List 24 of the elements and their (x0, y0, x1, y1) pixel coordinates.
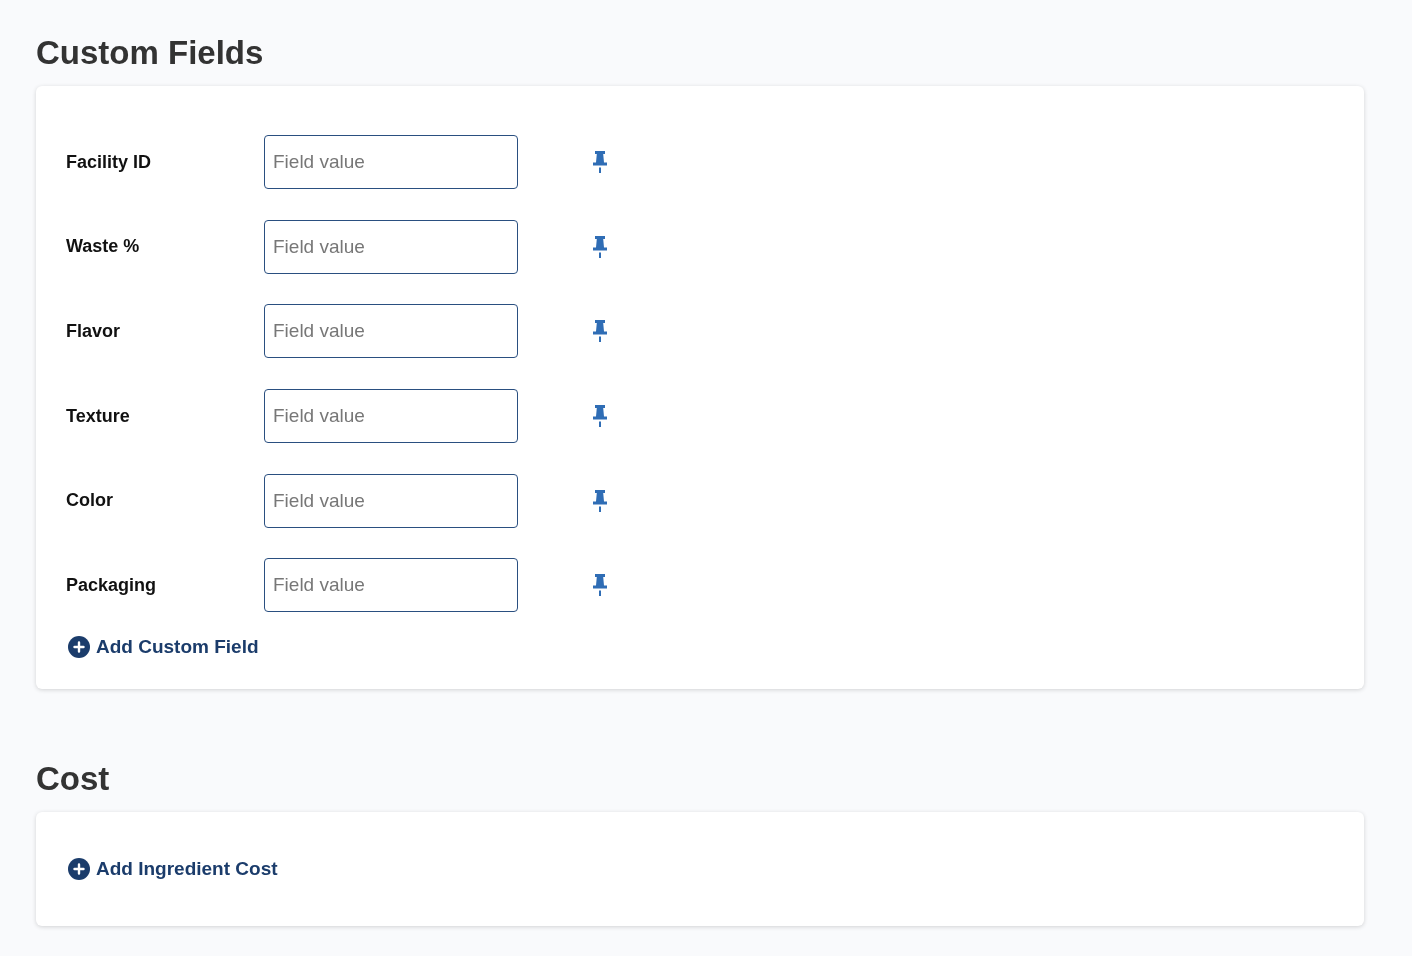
pushpin-icon[interactable] (592, 151, 608, 173)
pushpin-icon[interactable] (592, 235, 608, 258)
field-label: Texture (66, 405, 131, 427)
input-field[interactable]: Field value (264, 558, 518, 613)
field-label: Waste % (66, 236, 141, 258)
input-field[interactable]: Field value (264, 389, 518, 444)
add-link[interactable]: Add Custom Field (68, 635, 259, 660)
input-field[interactable]: Field value (264, 219, 518, 274)
pushpin-icon[interactable] (592, 320, 608, 343)
plus-circle-icon (68, 636, 90, 659)
input-field[interactable]: Field value (264, 473, 518, 528)
field-label: Flavor (66, 320, 122, 342)
section-heading: Custom Fields (36, 33, 265, 73)
field-label: Facility ID (66, 151, 153, 173)
pushpin-icon[interactable] (592, 405, 608, 428)
pushpin-icon[interactable] (592, 489, 608, 512)
field-label: Packaging (66, 574, 158, 596)
input-field[interactable]: Field value (264, 304, 518, 359)
pushpin-icon[interactable] (592, 574, 608, 597)
input-field[interactable]: Field value (264, 135, 518, 189)
add-link[interactable]: Add Ingredient Cost (68, 857, 278, 882)
section-heading: Cost (36, 759, 111, 800)
plus-circle-icon (68, 858, 90, 881)
field-label: Color (66, 490, 114, 512)
